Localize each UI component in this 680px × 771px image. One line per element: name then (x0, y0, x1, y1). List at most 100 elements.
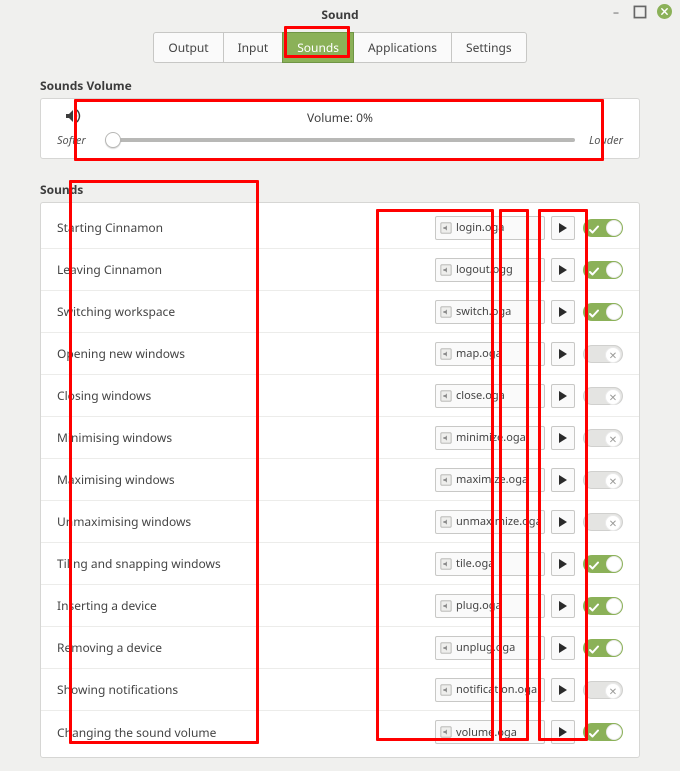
sound-row: Opening new windows map.oga ✕ (41, 333, 639, 375)
sound-toggle[interactable] (583, 303, 623, 321)
sound-row: Showing notifications notification.oga ✕ (41, 669, 639, 711)
audio-file-icon (440, 684, 452, 696)
check-icon (589, 264, 599, 281)
cross-icon: ✕ (609, 348, 617, 362)
play-button[interactable] (551, 678, 575, 702)
sound-toggle[interactable]: ✕ (583, 387, 623, 405)
tab-applications[interactable]: Applications (353, 32, 452, 63)
sound-toggle[interactable]: ✕ (583, 513, 623, 531)
play-button[interactable] (551, 636, 575, 660)
sound-row: Leaving Cinnamon logout.ogg (41, 249, 639, 291)
sound-row: Switching workspace switch.oga (41, 291, 639, 333)
audio-file-icon (440, 432, 452, 444)
sound-toggle[interactable] (583, 219, 623, 237)
volume-louder-label: Louder (583, 133, 623, 148)
audio-file-icon (440, 558, 452, 570)
sound-file-name: switch.oga (456, 304, 511, 319)
sound-file-chooser[interactable]: plug.oga (435, 594, 545, 618)
sound-file-name: close.oga (456, 388, 505, 403)
volume-slider-thumb[interactable] (105, 132, 121, 148)
tab-output[interactable]: Output (153, 32, 223, 63)
sound-label: Tiling and snapping windows (57, 555, 337, 572)
play-button[interactable] (551, 258, 575, 282)
volume-slider-row: Softer Louder (57, 132, 623, 148)
sound-file-name: unplug.oga (456, 640, 515, 655)
tabbar: OutputInputSoundsApplicationsSettings (0, 28, 680, 63)
sound-file-name: logout.ogg (456, 262, 513, 277)
sound-label: Switching workspace (57, 303, 337, 320)
cross-icon: ✕ (609, 390, 617, 404)
play-button[interactable] (551, 384, 575, 408)
cross-icon: ✕ (609, 474, 617, 488)
play-button[interactable] (551, 216, 575, 240)
sound-row: Removing a deviceunplug.oga (41, 627, 639, 669)
play-button[interactable] (551, 720, 575, 744)
sound-file-chooser[interactable]: notification.oga (435, 678, 545, 702)
sounds-section: Sounds Starting Cinnamon login.oga Leaving… (40, 181, 640, 758)
sound-file-name: notification.oga (456, 682, 537, 697)
volume-label: Volume: 0% (307, 109, 373, 126)
play-button[interactable] (551, 510, 575, 534)
sound-toggle[interactable] (583, 555, 623, 573)
sound-file-name: plug.oga (456, 598, 502, 613)
sound-toggle[interactable]: ✕ (583, 681, 623, 699)
check-icon (589, 558, 599, 575)
volume-softer-label: Softer (57, 133, 97, 148)
sound-file-chooser[interactable]: close.oga (435, 384, 545, 408)
sound-file-chooser[interactable]: minimize.oga (435, 426, 545, 450)
check-icon (589, 726, 599, 743)
sound-file-chooser[interactable]: tile.oga (435, 552, 545, 576)
sound-row: Inserting a deviceplug.oga (41, 585, 639, 627)
minimize-button[interactable]: – (609, 5, 623, 19)
sound-label: Closing windows (57, 387, 337, 404)
play-button[interactable] (551, 552, 575, 576)
sound-file-chooser[interactable]: unplug.oga (435, 636, 545, 660)
sound-file-chooser[interactable]: unmaximize.oga (435, 510, 545, 534)
sound-label: Opening new windows (57, 345, 337, 362)
play-button[interactable] (551, 468, 575, 492)
sound-row: Closing windows close.oga ✕ (41, 375, 639, 417)
volume-slider[interactable] (105, 132, 575, 148)
close-button[interactable] (657, 4, 672, 19)
sound-file-chooser[interactable]: logout.ogg (435, 258, 545, 282)
sound-toggle[interactable] (583, 639, 623, 657)
tab-settings[interactable]: Settings (451, 32, 527, 63)
sound-file-name: login.oga (456, 220, 504, 235)
audio-file-icon (440, 516, 452, 528)
sound-label: Changing the sound volume (57, 724, 337, 741)
sound-file-chooser[interactable]: map.oga (435, 342, 545, 366)
sound-label: Showing notifications (57, 681, 337, 698)
play-button[interactable] (551, 342, 575, 366)
tab-input[interactable]: Input (223, 32, 284, 63)
sound-toggle[interactable]: ✕ (583, 345, 623, 363)
sound-toggle[interactable] (583, 597, 623, 615)
audio-file-icon (440, 306, 452, 318)
sound-toggle[interactable]: ✕ (583, 471, 623, 489)
sound-toggle[interactable] (583, 261, 623, 279)
play-button[interactable] (551, 300, 575, 324)
sound-file-name: maximize.oga (456, 472, 528, 487)
sounds-section-title: Sounds (40, 181, 640, 198)
check-icon (589, 600, 599, 617)
sound-label: Unmaximising windows (57, 513, 337, 530)
sound-toggle[interactable]: ✕ (583, 429, 623, 447)
sound-file-chooser[interactable]: maximize.oga (435, 468, 545, 492)
volume-icon (65, 109, 81, 127)
play-button[interactable] (551, 594, 575, 618)
sound-row: Minimising windows minimize.oga ✕ (41, 417, 639, 459)
sound-toggle[interactable] (583, 723, 623, 741)
sound-file-chooser[interactable]: volume.oga (435, 720, 545, 744)
tab-sounds[interactable]: Sounds (282, 32, 354, 63)
titlebar: Sound – (0, 0, 680, 28)
play-button[interactable] (551, 426, 575, 450)
sound-file-chooser[interactable]: login.oga (435, 216, 545, 240)
sound-file-chooser[interactable]: switch.oga (435, 300, 545, 324)
window-title: Sound (321, 6, 358, 23)
sound-label: Minimising windows (57, 429, 337, 446)
sounds-card: Starting Cinnamon login.oga Leaving Cinnam… (40, 202, 640, 758)
audio-file-icon (440, 348, 452, 360)
sound-label: Leaving Cinnamon (57, 261, 337, 278)
sound-label: Starting Cinnamon (57, 219, 337, 236)
volume-section: Sounds Volume Volume: 0% Softer Louder (40, 77, 640, 159)
maximize-button[interactable] (633, 5, 647, 19)
